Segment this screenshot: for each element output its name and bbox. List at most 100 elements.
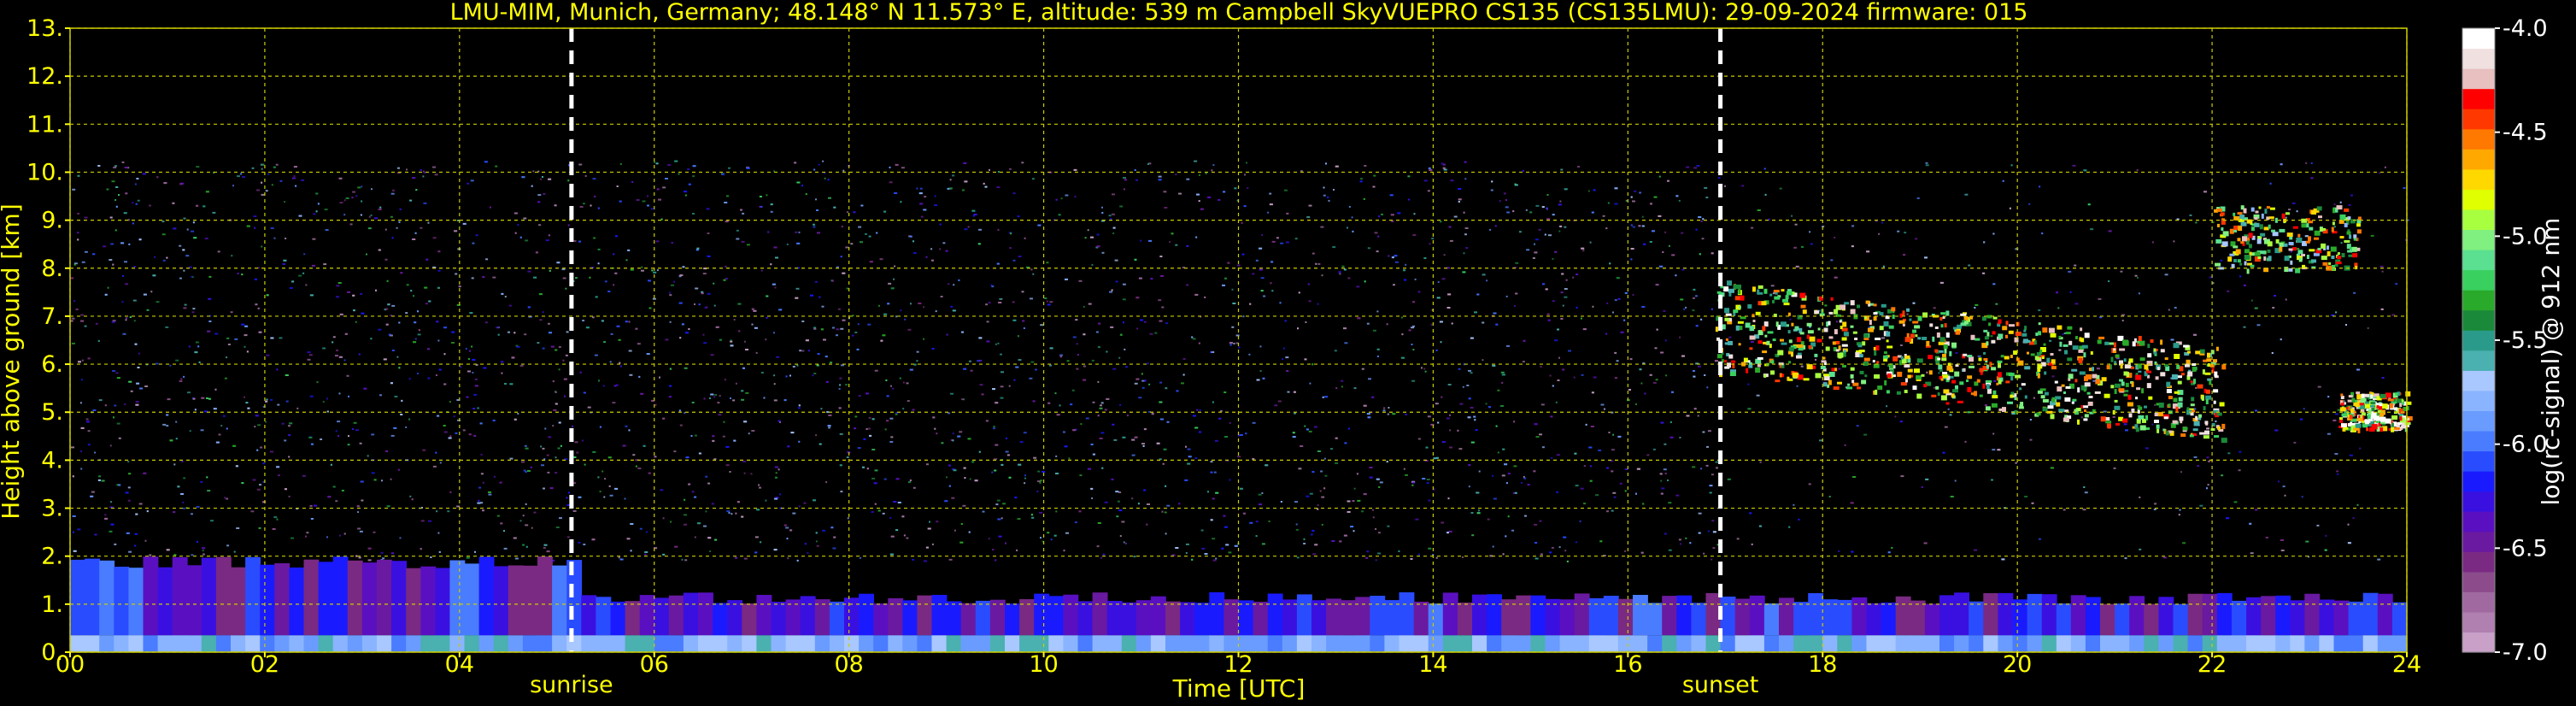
noise-pixel [707, 232, 710, 234]
boundary-layer-cell [1077, 601, 1094, 636]
noise-pixel [703, 525, 707, 527]
noise-pixel [519, 236, 522, 238]
noise-pixel [135, 403, 139, 406]
noise-pixel [648, 307, 652, 309]
noise-pixel [208, 321, 212, 322]
cloud-pixel [1944, 323, 1947, 328]
noise-pixel [1149, 332, 1153, 335]
boundary-layer-cell [231, 635, 246, 652]
noise-pixel [986, 340, 990, 343]
plot-area [70, 28, 2413, 652]
noise-pixel [1232, 303, 1236, 304]
noise-pixel [668, 396, 672, 398]
noise-pixel [1604, 408, 1605, 410]
noise-pixel [1522, 169, 1524, 172]
noise-pixel [1030, 268, 1033, 271]
noise-pixel [1967, 411, 1971, 414]
noise-pixel [1376, 356, 1379, 357]
noise-pixel [1364, 165, 1367, 167]
boundary-layer-cell [1881, 603, 1897, 636]
noise-pixel [619, 362, 621, 364]
cloud-pixel [2050, 332, 2057, 338]
noise-pixel [1088, 303, 1092, 305]
noise-pixel [1134, 382, 1138, 385]
noise-pixel [1022, 320, 1025, 322]
noise-pixel [183, 269, 185, 272]
cloud-pixel [2221, 423, 2226, 429]
boundary-layer-cell [303, 635, 320, 652]
noise-pixel [801, 350, 805, 352]
noise-pixel [1685, 306, 1687, 309]
noise-pixel [1335, 165, 1339, 168]
cloud-pixel [2067, 326, 2073, 330]
noise-pixel [2335, 311, 2338, 314]
noise-pixel [1668, 502, 1672, 504]
noise-pixel [681, 323, 684, 326]
noise-pixel [2310, 177, 2314, 179]
noise-pixel [1401, 333, 1404, 336]
noise-pixel [244, 325, 249, 327]
noise-pixel [371, 188, 373, 191]
noise-pixel [253, 215, 257, 218]
noise-pixel [1047, 303, 1051, 306]
noise-pixel [1611, 470, 1614, 473]
noise-pixel [179, 277, 182, 279]
noise-pixel [1269, 203, 1273, 206]
noise-pixel [112, 263, 114, 266]
noise-pixel [1372, 516, 1375, 519]
noise-pixel [495, 165, 498, 168]
noise-pixel [439, 462, 442, 464]
noise-pixel [2337, 473, 2339, 475]
noise-pixel [409, 199, 413, 202]
noise-pixel [205, 191, 209, 193]
cloud-pixel [2179, 416, 2184, 421]
noise-pixel [1182, 374, 1185, 376]
noise-pixel [1830, 259, 1834, 262]
noise-pixel [2180, 471, 2182, 474]
noise-pixel [285, 400, 289, 403]
noise-pixel [2153, 509, 2156, 510]
noise-pixel [667, 164, 672, 167]
boundary-layer-cell [464, 635, 480, 652]
noise-pixel [72, 475, 74, 478]
noise-pixel [732, 399, 736, 402]
noise-pixel [816, 364, 819, 367]
boundary-layer-cell [2333, 600, 2350, 636]
noise-pixel [1239, 434, 1243, 436]
noise-pixel [2325, 534, 2327, 537]
noise-pixel [1560, 318, 1564, 320]
noise-pixel [1185, 445, 1187, 448]
noise-pixel [474, 378, 478, 380]
cloud-pixel [1852, 331, 1857, 334]
noise-pixel [1523, 477, 1527, 479]
noise-pixel [839, 464, 842, 467]
boundary-layer-cell [1633, 635, 1648, 652]
cloud-pixel [2118, 388, 2125, 392]
noise-pixel [804, 543, 807, 545]
noise-pixel [1265, 464, 1269, 467]
noise-pixel [250, 510, 255, 513]
noise-pixel [770, 210, 773, 213]
noise-pixel [2243, 326, 2246, 328]
noise-pixel [795, 297, 799, 299]
noise-pixel [1838, 368, 1841, 370]
boundary-layer-cell [2070, 635, 2086, 652]
noise-pixel [1700, 318, 1703, 321]
noise-pixel [913, 363, 917, 366]
boundary-layer-cell [1296, 594, 1312, 636]
noise-pixel [1360, 178, 1363, 180]
noise-pixel [156, 176, 159, 179]
cloud-pixel [1803, 378, 1810, 381]
cloud-pixel [2199, 349, 2205, 354]
noise-pixel [1032, 273, 1035, 275]
noise-pixel [745, 391, 749, 394]
noise-pixel [226, 544, 230, 547]
cloud-pixel [2193, 421, 2200, 427]
noise-pixel [1199, 431, 1201, 433]
noise-pixel [1112, 193, 1115, 196]
cloud-pixel [1921, 374, 1925, 377]
noise-pixel [1037, 224, 1042, 227]
noise-pixel [691, 491, 695, 493]
boundary-layer-cell [478, 635, 495, 652]
noise-pixel [2121, 314, 2125, 316]
